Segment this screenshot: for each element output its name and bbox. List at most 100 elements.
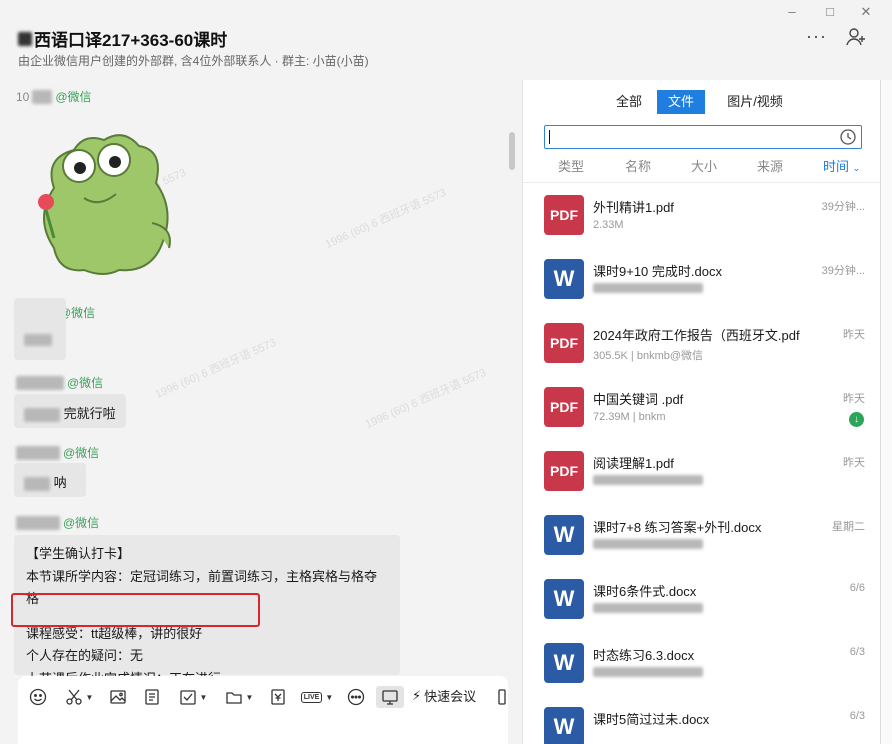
add-member-icon[interactable]: [845, 26, 867, 48]
message-bubble: 完就行啦: [14, 394, 126, 428]
window-edge: [880, 80, 892, 744]
frog-sticker: [24, 128, 184, 278]
quick-meeting-button[interactable]: ⚡ 快速会议: [412, 686, 476, 705]
redacted-meta: [593, 283, 703, 293]
redacted-name: [32, 89, 53, 104]
sort-bar: 类型 名称 大小 来源 时间 ⌄: [523, 156, 881, 178]
file-time: 39分钟...: [821, 265, 865, 277]
sender-prefix: 10: [16, 89, 30, 104]
file-row[interactable]: W 时态练习6.3.docx 6/3: [523, 631, 881, 695]
file-name: 课时9+10 完成时.docx: [593, 264, 722, 279]
folder-caret-icon[interactable]: ▼: [246, 693, 254, 702]
sender-source: @微信: [63, 516, 100, 530]
sender-source: @微信: [55, 90, 92, 104]
close-icon[interactable]: ✕: [858, 4, 874, 20]
file-row[interactable]: PDF 阅读理解1.pdf 昨天: [523, 439, 881, 503]
downloaded-check-icon: ↓: [849, 412, 864, 427]
files-panel: 全部 文件 图片/视频 类型 名称 大小 来源 时间 ⌄ PDF 外刊精讲1.p…: [522, 80, 881, 744]
folder-icon[interactable]: ▼: [222, 686, 256, 708]
file-meta: [593, 539, 703, 552]
file-name: 2024年政府工作报告（西班牙文.pdf: [593, 328, 800, 343]
redacted-meta: [593, 475, 703, 485]
emoji-icon[interactable]: [28, 686, 48, 708]
screenshot-icon[interactable]: ▼: [62, 686, 96, 708]
sort-source[interactable]: 来源: [757, 156, 783, 175]
file-name: 外刊精讲1.pdf: [593, 200, 674, 215]
sort-time-label: 时间: [823, 159, 850, 174]
word-file-icon: W: [544, 707, 584, 744]
redacted-content: [24, 407, 60, 422]
file-row[interactable]: W 课时7+8 练习答案+外刊.docx 星期二: [523, 503, 881, 567]
file-meta: [593, 283, 703, 296]
sort-type[interactable]: 类型: [558, 156, 584, 175]
file-meta: 305.5K | bnkmb@微信: [593, 350, 704, 362]
screen-share-icon[interactable]: [376, 686, 404, 708]
word-file-icon: W: [544, 643, 584, 683]
file-name: 阅读理解1.pdf: [593, 456, 674, 471]
file-meta: [593, 603, 703, 616]
message-sender: @微信: [16, 514, 99, 531]
message-bubble: 呐: [14, 463, 86, 497]
redacted-meta: [593, 539, 703, 549]
word-file-icon: W: [544, 259, 584, 299]
group-title-text: 西语口译217+363-60课时: [34, 31, 228, 50]
chat-scrollbar[interactable]: [509, 132, 515, 170]
file-name: 课时6条件式.docx: [593, 584, 697, 599]
minimize-icon[interactable]: –: [784, 4, 800, 20]
file-row[interactable]: W 课时5简过过未.docx 6/3: [523, 695, 881, 744]
clock-icon[interactable]: [839, 128, 857, 146]
file-row[interactable]: PDF 外刊精讲1.pdf 2.33M 39分钟...: [523, 183, 881, 247]
file-name: 中国关键词 .pdf: [593, 392, 684, 407]
redacted-name: [16, 515, 60, 530]
redacted-name: [16, 375, 64, 390]
input-toolbar: ▼ ▼ ▼ LIVE ▼ ⚡ 快速会议: [18, 676, 508, 744]
tab-images-videos[interactable]: 图片/视频: [719, 90, 791, 114]
file-row[interactable]: PDF 2024年政府工作报告（西班牙文.pdf 305.5K | bnkmb@…: [523, 311, 881, 375]
live-caret-icon[interactable]: ▼: [325, 693, 333, 702]
file-search-input[interactable]: [544, 125, 862, 149]
blurred-message: [14, 298, 66, 360]
pdf-file-icon: PDF: [544, 387, 584, 427]
more-tools-icon[interactable]: [346, 686, 366, 708]
redacted-content: [24, 476, 50, 491]
tab-files[interactable]: 文件: [657, 90, 705, 114]
more-options-button[interactable]: ···: [806, 26, 827, 47]
file-meta: [593, 667, 703, 680]
live-label: LIVE: [300, 691, 323, 703]
maximize-icon[interactable]: □: [822, 4, 838, 20]
file-time: 6/3: [849, 646, 865, 658]
file-time: 星期二: [832, 521, 865, 533]
toolbar-overflow-icon[interactable]: [498, 686, 506, 708]
sort-size[interactable]: 大小: [691, 156, 717, 175]
live-icon[interactable]: LIVE ▼: [300, 686, 334, 708]
redacted-name: [16, 445, 60, 460]
word-file-icon: W: [544, 579, 584, 619]
image-icon[interactable]: [108, 686, 128, 708]
document-icon[interactable]: [142, 686, 162, 708]
file-row[interactable]: PDF 中国关键词 .pdf 72.39M | bnkm 昨天 ↓: [523, 375, 881, 439]
message-text: 呐: [53, 475, 67, 490]
message-sender: @微信: [16, 374, 103, 391]
sender-source: @微信: [67, 376, 104, 390]
file-name: 时态练习6.3.docx: [593, 648, 695, 663]
group-subtitle: 由企业微信用户创建的外部群, 含4位外部联系人 · 群主: 小苗(小苗): [18, 54, 369, 68]
task-caret-icon[interactable]: ▼: [200, 693, 208, 702]
file-name: 课时5简过过未.docx: [593, 712, 710, 727]
sort-time[interactable]: 时间 ⌄: [823, 156, 860, 175]
redacted-meta: [593, 667, 703, 677]
tab-all[interactable]: 全部: [609, 90, 649, 114]
chevron-down-icon: ⌄: [852, 163, 861, 173]
task-icon[interactable]: ▼: [176, 686, 210, 708]
redacted-title-prefix: [18, 31, 32, 46]
file-name: 课时7+8 练习答案+外刊.docx: [593, 520, 762, 535]
payment-icon[interactable]: [268, 686, 288, 708]
file-row[interactable]: W 课时6条件式.docx 6/6: [523, 567, 881, 631]
file-meta: 72.39M | bnkm: [593, 411, 666, 423]
message-sender: 10 @微信: [16, 88, 92, 105]
screenshot-caret-icon[interactable]: ▼: [86, 693, 94, 702]
sort-name[interactable]: 名称: [625, 156, 651, 175]
file-row[interactable]: W 课时9+10 完成时.docx 39分钟...: [523, 247, 881, 311]
file-meta: [593, 475, 703, 488]
text-cursor: [549, 130, 550, 144]
title-bar: 西语口译217+363-60课时 由企业微信用户创建的外部群, 含4位外部联系人…: [0, 0, 892, 80]
